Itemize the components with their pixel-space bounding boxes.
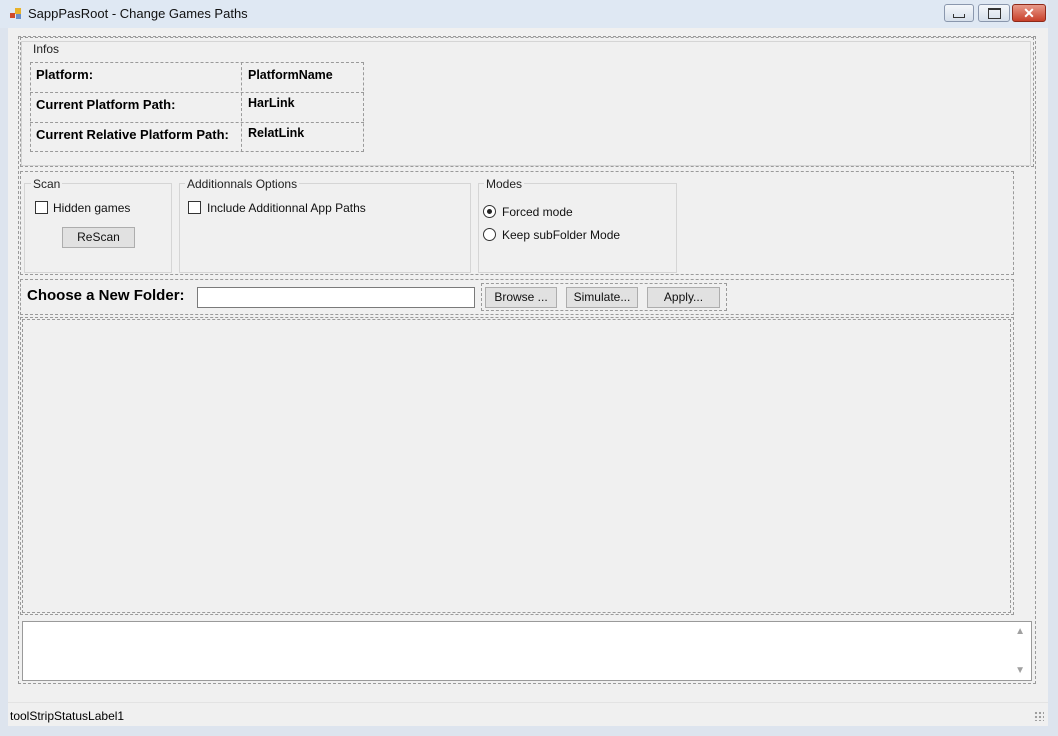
simulate-button[interactable]: Simulate...	[566, 287, 638, 308]
results-list[interactable]	[22, 319, 1011, 613]
current-relative-path-label: Current Relative Platform Path:	[36, 127, 229, 142]
maximize-icon	[987, 7, 1001, 19]
rescan-button[interactable]: ReScan	[62, 227, 135, 248]
scroll-down-icon[interactable]: ▼	[1015, 665, 1025, 676]
include-additional-paths-checkbox[interactable]	[188, 201, 201, 214]
browse-button-label: Browse ...	[494, 290, 548, 304]
forced-mode-radio[interactable]	[483, 205, 496, 218]
status-label: toolStripStatusLabel1	[10, 709, 125, 723]
client-area: Infos Platform: PlatformName Current Pla…	[8, 28, 1048, 726]
simulate-button-label: Simulate...	[573, 290, 631, 304]
include-additional-paths-label[interactable]: Include Additionnal App Paths	[207, 201, 366, 215]
maximize-button[interactable]	[978, 4, 1010, 22]
modes-legend: Modes	[484, 177, 525, 191]
forced-mode-label[interactable]: Forced mode	[502, 205, 573, 219]
minimize-icon	[953, 14, 965, 18]
infos-table-divider	[241, 62, 242, 152]
window-title: SappPasRoot - Change Games Paths	[28, 6, 248, 21]
scan-legend: Scan	[31, 177, 63, 191]
apply-button[interactable]: Apply...	[647, 287, 720, 308]
platform-label: Platform:	[36, 67, 94, 82]
platform-value: PlatformName	[248, 68, 333, 82]
close-icon: ✕	[1023, 5, 1035, 21]
log-textbox[interactable]: ▲ ▼	[22, 621, 1032, 681]
hidden-games-checkbox[interactable]	[35, 201, 48, 214]
current-platform-path-label: Current Platform Path:	[36, 97, 176, 112]
size-grip-icon[interactable]	[1034, 711, 1044, 721]
keep-subfolder-mode-label[interactable]: Keep subFolder Mode	[502, 228, 620, 242]
infos-table-divider	[30, 122, 364, 123]
close-button[interactable]: ✕	[1012, 4, 1046, 22]
rescan-button-label: ReScan	[77, 230, 120, 244]
additional-options-group	[179, 183, 471, 273]
scroll-up-icon[interactable]: ▲	[1015, 626, 1025, 637]
app-icon	[10, 8, 22, 20]
browse-button[interactable]: Browse ...	[485, 287, 557, 308]
keep-subfolder-mode-radio[interactable]	[483, 228, 496, 241]
title-bar[interactable]: SappPasRoot - Change Games Paths ✕	[0, 0, 1048, 28]
status-bar: toolStripStatusLabel1	[8, 702, 1048, 726]
current-platform-path-value: HarLink	[248, 96, 295, 110]
additional-options-legend: Additionnals Options	[185, 177, 300, 191]
minimize-button[interactable]	[944, 4, 974, 22]
infos-legend: Infos	[31, 42, 62, 56]
current-relative-path-value: RelatLink	[248, 126, 305, 140]
apply-button-label: Apply...	[663, 290, 704, 304]
hidden-games-label[interactable]: Hidden games	[53, 201, 130, 215]
infos-table-divider	[30, 92, 364, 93]
folder-path-input[interactable]	[197, 287, 475, 308]
window-edge	[1048, 0, 1058, 736]
choose-folder-label: Choose a New Folder:	[27, 287, 185, 304]
